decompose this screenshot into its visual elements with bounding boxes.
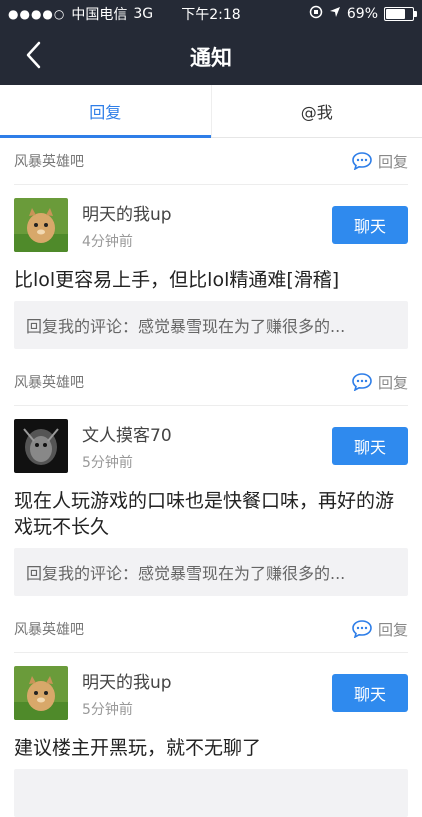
comment-text[interactable]: 比lol更容易上手，但比lol精通难[滑稽] <box>14 265 408 301</box>
forum-name[interactable]: 风暴英雄吧 <box>14 372 84 392</box>
reply-button[interactable]: 回复 <box>352 151 408 172</box>
forum-row: 风暴英雄吧 回复 <box>14 606 408 653</box>
chat-button[interactable]: 聊天 <box>332 427 408 465</box>
nav-bar: 通知 <box>0 28 422 85</box>
avatar[interactable] <box>14 666 68 720</box>
quoted-comment[interactable]: 回复我的评论：感觉暴雪现在为了赚很多的... <box>14 301 408 349</box>
reply-label: 回复 <box>378 372 408 393</box>
tab-mentions[interactable]: @我 <box>211 85 422 137</box>
comment-icon <box>352 373 372 391</box>
comment-icon <box>352 620 372 638</box>
timestamp: 5分钟前 <box>82 699 332 719</box>
location-icon <box>329 6 341 22</box>
quoted-comment[interactable] <box>14 769 408 817</box>
forum-row: 风暴英雄吧 回复 <box>14 359 408 406</box>
user-row: 明天的我up 4分钟前 聊天 <box>14 185 408 265</box>
user-row: 明天的我up 5分钟前 聊天 <box>14 653 408 733</box>
timestamp: 5分钟前 <box>82 452 332 472</box>
username[interactable]: 明天的我up <box>82 668 332 693</box>
battery-icon <box>384 7 414 21</box>
network-type: 3G <box>133 6 153 22</box>
forum-row: 风暴英雄吧 回复 <box>14 138 408 185</box>
tab-replies[interactable]: 回复 <box>0 85 211 137</box>
user-row: 文人摸客70 5分钟前 聊天 <box>14 406 408 486</box>
notification-item: 风暴英雄吧 回复 文人摸客70 5分钟前 聊天 现在人玩游戏的口味也是快餐口味，… <box>0 359 422 596</box>
top-bar: ●●●●○ 中国电信 3G 下午2:18 69% 通知 <box>0 0 422 85</box>
lock-rotation-icon <box>309 5 323 23</box>
username[interactable]: 文人摸客70 <box>82 421 332 446</box>
comment-text[interactable]: 现在人玩游戏的口味也是快餐口味，再好的游戏玩不长久 <box>14 486 408 548</box>
username[interactable]: 明天的我up <box>82 200 332 225</box>
comment-text[interactable]: 建议楼主开黑玩，就不无聊了 <box>14 733 408 769</box>
chevron-left-icon <box>25 41 41 69</box>
back-button[interactable] <box>16 38 50 72</box>
carrier: 中国电信 <box>71 4 127 24</box>
notification-item: 风暴英雄吧 回复 明天的我up 4分钟前 聊天 比lol更容易上手，但比lol精… <box>0 138 422 349</box>
avatar[interactable] <box>14 198 68 252</box>
chat-button[interactable]: 聊天 <box>332 206 408 244</box>
quoted-comment[interactable]: 回复我的评论：感觉暴雪现在为了赚很多的... <box>14 548 408 596</box>
forum-name[interactable]: 风暴英雄吧 <box>14 619 84 639</box>
timestamp: 4分钟前 <box>82 231 332 251</box>
signal-icon: ●●●●○ <box>8 7 65 21</box>
reply-label: 回复 <box>378 619 408 640</box>
notification-item: 风暴英雄吧 回复 明天的我up 5分钟前 聊天 建议楼主开黑玩，就不无聊了 <box>0 606 422 817</box>
chat-button[interactable]: 聊天 <box>332 674 408 712</box>
forum-name[interactable]: 风暴英雄吧 <box>14 151 84 171</box>
avatar[interactable] <box>14 419 68 473</box>
status-bar: ●●●●○ 中国电信 3G 下午2:18 69% <box>0 0 422 28</box>
reply-button[interactable]: 回复 <box>352 372 408 393</box>
comment-icon <box>352 152 372 170</box>
battery-percent: 69% <box>347 6 378 22</box>
tab-bar: 回复 @我 <box>0 85 422 138</box>
reply-button[interactable]: 回复 <box>352 619 408 640</box>
page-title: 通知 <box>190 42 232 72</box>
reply-label: 回复 <box>378 151 408 172</box>
